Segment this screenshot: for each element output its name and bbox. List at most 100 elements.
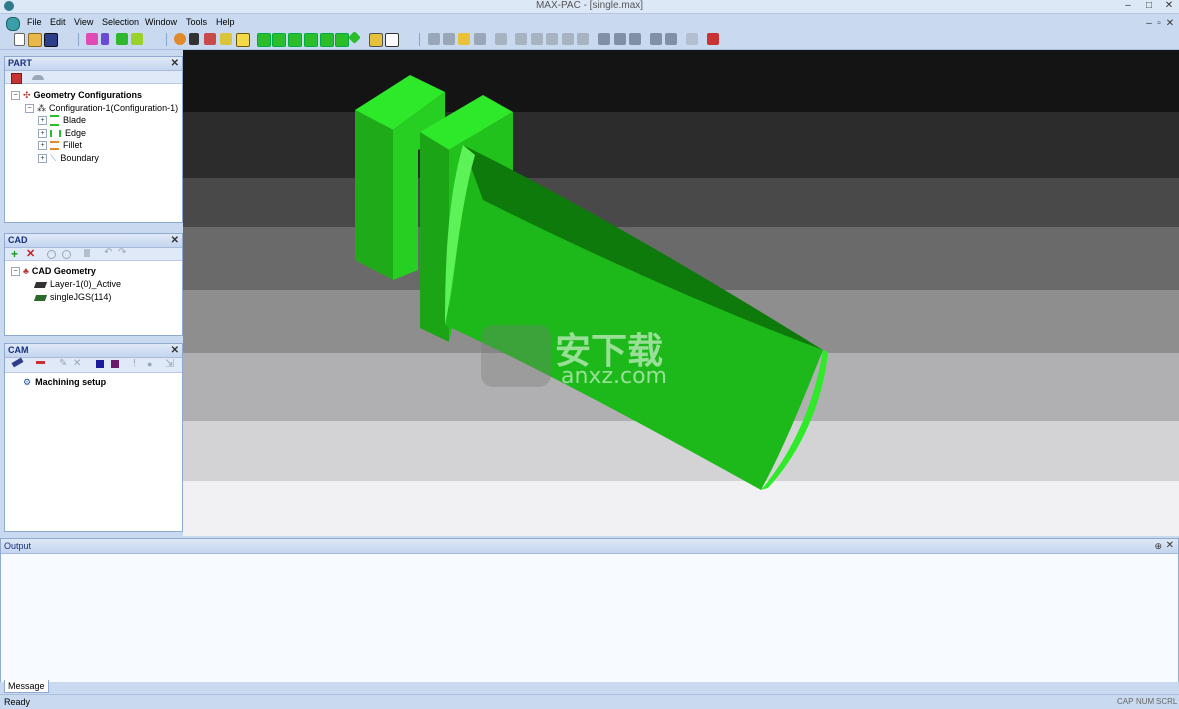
tool-i-icon[interactable] xyxy=(562,33,574,45)
zoom-fit-icon[interactable] xyxy=(236,33,250,47)
tree-root-geometry[interactable]: − ✣ Geometry Configurations xyxy=(11,89,142,101)
tree-item-edge[interactable]: + Edge xyxy=(38,127,86,139)
tool-wand-icon[interactable] xyxy=(11,357,24,368)
menu-edit[interactable]: Edit xyxy=(50,17,66,28)
maximize-button[interactable]: □ xyxy=(1142,0,1156,12)
tool-h-icon[interactable] xyxy=(546,33,558,45)
menu-help[interactable]: Help xyxy=(216,17,235,28)
view-front-icon[interactable] xyxy=(257,33,271,47)
layer-icon[interactable] xyxy=(84,249,90,257)
stop-icon[interactable] xyxy=(96,360,104,368)
tree-config[interactable]: − ⁂ Configuration-1(Configuration-1) xyxy=(25,102,178,114)
undo-icon[interactable]: ↶ xyxy=(104,247,112,258)
mdi-close-button[interactable]: ✕ xyxy=(1163,18,1177,30)
menu-window[interactable]: Window xyxy=(145,17,177,28)
collapse-icon[interactable]: − xyxy=(11,267,20,277)
tree-item-layer[interactable]: Layer-1(0)_Active xyxy=(33,278,121,290)
select-star-icon[interactable] xyxy=(86,33,98,45)
delete-icon[interactable]: ✕ xyxy=(26,248,35,260)
expand-icon[interactable]: + xyxy=(38,154,47,164)
minimize-button[interactable]: – xyxy=(1121,0,1135,12)
tool-b-icon[interactable] xyxy=(443,33,455,45)
tool-d-icon[interactable] xyxy=(474,33,486,45)
expand-icon[interactable]: + xyxy=(38,129,47,139)
record-icon[interactable] xyxy=(111,360,119,368)
shaded-icon[interactable] xyxy=(369,33,383,47)
menu-selection[interactable]: Selection xyxy=(102,17,139,28)
part-panel-close-button[interactable]: ✕ xyxy=(171,57,179,70)
info-icon[interactable]: ! xyxy=(133,358,136,369)
new-icon[interactable] xyxy=(14,33,25,46)
tool-e-icon[interactable] xyxy=(495,33,507,45)
redo-icon[interactable]: ↷ xyxy=(118,247,126,258)
dot-icon[interactable]: ● xyxy=(147,359,152,369)
view-bottom-icon[interactable] xyxy=(335,33,349,47)
menu-tools[interactable]: Tools xyxy=(186,17,207,28)
tool-k-icon[interactable] xyxy=(598,33,610,45)
view-back-icon[interactable] xyxy=(272,33,286,47)
3d-viewport[interactable]: 安下载 anxz.com xyxy=(183,50,1179,536)
cancel-icon[interactable]: ✕ xyxy=(73,358,81,369)
menu-view[interactable]: View xyxy=(74,17,93,28)
pin-icon[interactable]: ⊕ xyxy=(1154,539,1162,553)
menu-file[interactable]: File xyxy=(27,17,42,28)
cad-panel-close-button[interactable]: ✕ xyxy=(171,234,179,247)
collapse-icon[interactable]: − xyxy=(25,104,34,114)
close-button[interactable]: ✕ xyxy=(1162,0,1176,12)
rotate-icon[interactable] xyxy=(174,33,186,45)
expand-icon[interactable]: + xyxy=(38,141,47,151)
edit-icon[interactable]: ✎ xyxy=(59,358,67,369)
tree-item-jgs[interactable]: singleJGS(114) xyxy=(33,291,111,303)
zoom-icon[interactable] xyxy=(204,33,216,45)
app-menu-icon[interactable] xyxy=(6,17,20,31)
arrow-right-icon[interactable] xyxy=(101,33,109,45)
tool-q-icon[interactable] xyxy=(707,33,719,45)
cad-panel-header: CAD ✕ xyxy=(5,234,182,248)
tool-g-icon[interactable] xyxy=(531,33,543,45)
arrow-icon[interactable]: ⇲ xyxy=(165,357,174,370)
add-icon[interactable]: + xyxy=(11,248,18,260)
tool-c-icon[interactable] xyxy=(458,33,470,45)
tree-root-cad[interactable]: − ♣ CAD Geometry xyxy=(11,265,96,277)
pan-icon[interactable] xyxy=(189,33,199,45)
tool-l-icon[interactable] xyxy=(614,33,626,45)
tree-root-machining[interactable]: ⚙ Machining setup xyxy=(23,376,106,388)
view-left-icon[interactable] xyxy=(288,33,302,47)
cam-panel-close-button[interactable]: ✕ xyxy=(171,344,179,357)
tree-item-label: Boundary xyxy=(60,153,99,163)
view-top-icon[interactable] xyxy=(320,33,334,47)
tree-item-fillet[interactable]: + Fillet xyxy=(38,139,82,151)
eye-icon[interactable] xyxy=(47,250,56,259)
tool-remove-icon[interactable] xyxy=(36,361,45,364)
save-icon[interactable] xyxy=(44,33,58,47)
wireframe-icon[interactable] xyxy=(385,33,399,47)
blade-icon xyxy=(50,115,59,127)
tool-p-icon[interactable] xyxy=(686,33,698,45)
tool-j-icon[interactable] xyxy=(577,33,589,45)
output-close-button[interactable]: ✕ xyxy=(1166,539,1174,553)
tool-a-icon[interactable] xyxy=(428,33,440,45)
viewport-canvas[interactable] xyxy=(183,50,1179,536)
open-icon[interactable] xyxy=(28,33,42,47)
message-tab[interactable]: Message xyxy=(4,680,49,693)
part-panel: PART ✕ − ✣ Geometry Configurations − ⁂ Confi… xyxy=(4,56,183,223)
tool-o-icon[interactable] xyxy=(665,33,677,45)
hide-icon[interactable] xyxy=(62,250,71,259)
tool-f-icon[interactable] xyxy=(515,33,527,45)
tree-item-blade[interactable]: + Blade xyxy=(38,114,86,127)
tool-n-icon[interactable] xyxy=(650,33,662,45)
status-text: Ready xyxy=(4,697,31,707)
zoom-window-icon[interactable] xyxy=(220,33,232,45)
tree-item-boundary[interactable]: + ⟍ Boundary xyxy=(38,152,99,164)
select-green-icon[interactable] xyxy=(116,33,128,45)
select-chain-icon[interactable] xyxy=(131,33,143,45)
part-panel-toolbar xyxy=(5,71,182,84)
tool-m-icon[interactable] xyxy=(629,33,641,45)
expand-icon[interactable]: + xyxy=(38,116,47,126)
output-content[interactable] xyxy=(1,554,1178,682)
tree-root-label: CAD Geometry xyxy=(31,266,96,276)
cloud-icon[interactable] xyxy=(32,75,44,80)
collapse-icon[interactable]: − xyxy=(11,91,20,101)
view-right-icon[interactable] xyxy=(304,33,318,47)
book-icon[interactable] xyxy=(11,73,22,84)
